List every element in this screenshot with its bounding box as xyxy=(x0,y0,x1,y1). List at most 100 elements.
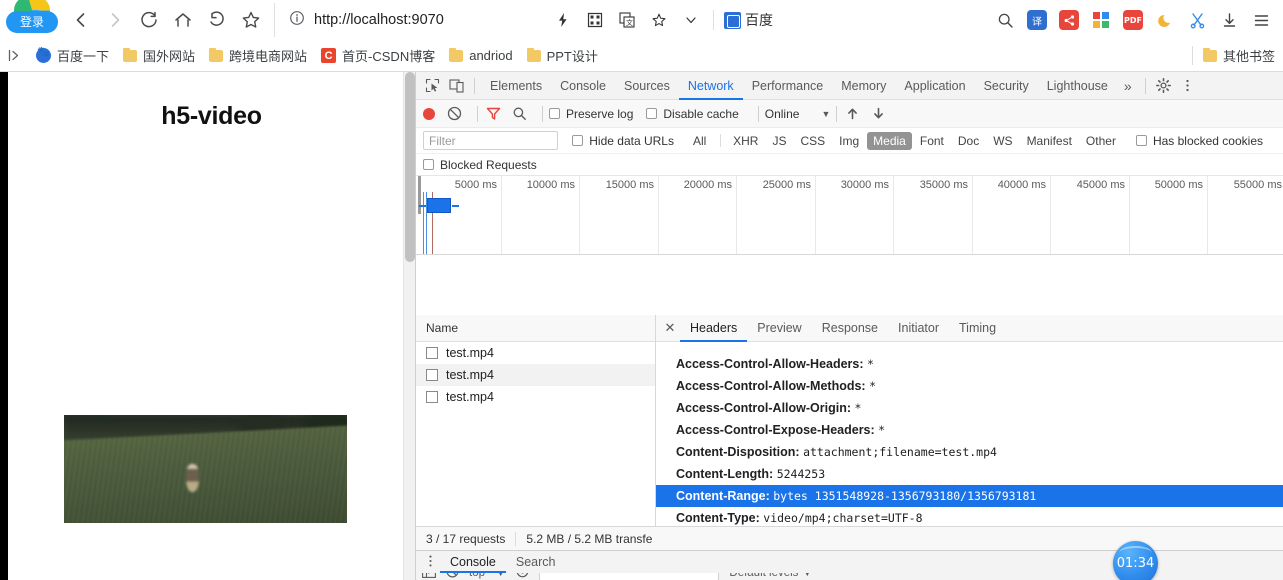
clear-console-icon[interactable] xyxy=(446,573,459,580)
device-toolbar-icon[interactable] xyxy=(444,74,468,98)
close-icon[interactable]: ✕ xyxy=(660,320,680,336)
record-button[interactable] xyxy=(423,107,435,120)
preserve-log-checkbox[interactable]: Preserve log xyxy=(549,107,633,121)
extension-pdf-icon[interactable]: PDF xyxy=(1119,6,1147,34)
address-bar[interactable]: http://localhost:9070 xyxy=(274,3,547,37)
throttling-dropdown[interactable]: Online ▼ xyxy=(765,107,831,121)
page-scrollbar-thumb[interactable] xyxy=(405,72,415,262)
table-row[interactable]: test.mp4 xyxy=(416,386,655,408)
bookmark-star-icon[interactable] xyxy=(234,3,268,37)
back-arrow-icon[interactable] xyxy=(64,3,98,37)
tab-lighthouse[interactable]: Lighthouse xyxy=(1038,72,1117,100)
bookmark-item-ppt[interactable]: PPT设计 xyxy=(526,46,598,65)
page-scrollbar[interactable] xyxy=(403,72,415,580)
search-engine-box[interactable]: 百度 xyxy=(713,10,773,30)
type-chip-doc[interactable]: Doc xyxy=(952,132,985,150)
type-chip-css[interactable]: CSS xyxy=(794,132,831,150)
type-chip-js[interactable]: JS xyxy=(766,132,792,150)
row-checkbox[interactable] xyxy=(426,347,438,359)
tab-memory[interactable]: Memory xyxy=(832,72,895,100)
browser-menu-icon[interactable] xyxy=(1247,6,1275,34)
header-row[interactable]: Access-Control-Allow-Headers: * xyxy=(656,353,1283,375)
disable-cache-checkbox[interactable]: Disable cache xyxy=(646,107,739,121)
more-tabs-icon[interactable]: » xyxy=(1117,78,1139,94)
bookmark-item-csdn[interactable]: C 首页-CSDN博客 xyxy=(321,46,435,65)
tab-security[interactable]: Security xyxy=(975,72,1038,100)
extension-snip-icon[interactable] xyxy=(1183,6,1211,34)
tab-sources[interactable]: Sources xyxy=(615,72,679,100)
detail-tab-headers[interactable]: Headers xyxy=(680,315,747,342)
console-filter-input[interactable] xyxy=(539,573,720,580)
devtools-menu-icon[interactable] xyxy=(1176,78,1200,93)
network-overview-timeline[interactable]: 5000 ms 10000 ms 15000 ms 20000 ms 25000… xyxy=(416,176,1283,255)
tab-console[interactable]: Console xyxy=(551,72,615,100)
type-chip-xhr[interactable]: XHR xyxy=(727,132,764,150)
forward-arrow-icon[interactable] xyxy=(98,3,132,37)
reload-icon[interactable] xyxy=(132,3,166,37)
qrcode-icon[interactable] xyxy=(581,6,609,34)
translate-toolbar-icon[interactable]: 文 xyxy=(613,6,641,34)
headers-scroll-area[interactable]: Access-Control-Allow-Credentials: true A… xyxy=(656,342,1283,550)
header-row[interactable]: Access-Control-Allow-Credentials: true xyxy=(656,342,1283,353)
hide-data-urls-checkbox[interactable]: Hide data URLs xyxy=(572,134,674,148)
tab-network[interactable]: Network xyxy=(679,72,743,100)
overview-selection-window[interactable] xyxy=(419,198,459,213)
detail-tab-response[interactable]: Response xyxy=(812,315,888,342)
type-chip-manifest[interactable]: Manifest xyxy=(1021,132,1078,150)
export-har-icon[interactable] xyxy=(869,105,887,123)
type-chip-ws[interactable]: WS xyxy=(987,132,1018,150)
console-context-dropdown[interactable]: top xyxy=(469,573,485,579)
type-chip-all[interactable]: All xyxy=(687,132,712,150)
site-info-icon[interactable] xyxy=(289,10,305,31)
header-row[interactable]: Content-Length: 5244253 xyxy=(656,463,1283,485)
lightning-icon[interactable] xyxy=(549,6,577,34)
gear-icon[interactable] xyxy=(1152,78,1176,93)
blocked-requests-checkbox[interactable]: Blocked Requests xyxy=(416,154,1283,176)
chevron-down-icon[interactable] xyxy=(677,6,705,34)
screen-recorder-timer[interactable]: 01:34 xyxy=(1113,541,1158,580)
bookmark-item-andriod[interactable]: andriod xyxy=(449,47,513,63)
type-chip-font[interactable]: Font xyxy=(914,132,950,150)
bookmark-item-baidu[interactable]: 百度一下 xyxy=(36,46,109,65)
drawer-menu-icon[interactable] xyxy=(420,554,440,571)
bookmark-item-cross-border-ecommerce[interactable]: 跨境电商网站 xyxy=(209,46,307,65)
home-icon[interactable] xyxy=(166,3,200,37)
header-row-selected[interactable]: Content-Range: bytes 1351548928-13567931… xyxy=(656,485,1283,507)
console-context-caret-icon[interactable]: ▼ xyxy=(495,573,506,579)
header-row[interactable]: Access-Control-Allow-Origin: * xyxy=(656,397,1283,419)
extension-night-mode-icon[interactable] xyxy=(1151,6,1179,34)
tab-elements[interactable]: Elements xyxy=(481,72,551,100)
detail-tab-preview[interactable]: Preview xyxy=(747,315,811,342)
type-chip-img[interactable]: Img xyxy=(833,132,865,150)
type-chip-other[interactable]: Other xyxy=(1080,132,1122,150)
type-chip-media[interactable]: Media xyxy=(867,131,912,150)
header-row[interactable]: Content-Disposition: attachment;filename… xyxy=(656,441,1283,463)
request-list-column-header[interactable]: Name xyxy=(416,315,655,342)
filter-input[interactable]: Filter xyxy=(423,131,559,150)
detail-tab-timing[interactable]: Timing xyxy=(949,315,1006,342)
console-sidebar-icon[interactable] xyxy=(422,573,436,580)
detail-tab-initiator[interactable]: Initiator xyxy=(888,315,949,342)
row-checkbox[interactable] xyxy=(426,391,438,403)
login-badge[interactable]: 登录 xyxy=(6,0,58,35)
row-checkbox[interactable] xyxy=(426,369,438,381)
download-icon[interactable] xyxy=(1215,6,1243,34)
search-icon[interactable] xyxy=(991,6,1019,34)
extension-apps-grid-icon[interactable] xyxy=(1087,6,1115,34)
undo-icon[interactable] xyxy=(200,3,234,37)
tab-performance[interactable]: Performance xyxy=(743,72,833,100)
inspect-element-icon[interactable] xyxy=(420,74,444,98)
filter-icon[interactable] xyxy=(484,105,502,123)
overview-handle-left[interactable] xyxy=(419,205,426,207)
overview-handle-right[interactable] xyxy=(452,205,459,207)
other-bookmarks-button[interactable]: 其他书签 xyxy=(1191,46,1275,65)
console-eye-icon[interactable] xyxy=(516,573,529,580)
table-row[interactable]: test.mp4 xyxy=(416,342,655,364)
clear-icon[interactable] xyxy=(445,105,463,123)
drawer-tab-search[interactable]: Search xyxy=(506,551,566,573)
video-player[interactable] xyxy=(64,415,347,523)
header-row[interactable]: Access-Control-Expose-Headers: * xyxy=(656,419,1283,441)
has-blocked-cookies-checkbox[interactable]: Has blocked cookies xyxy=(1135,134,1263,148)
bookmark-item-foreign-sites[interactable]: 国外网站 xyxy=(123,46,195,65)
drawer-tab-console[interactable]: Console xyxy=(440,551,506,573)
